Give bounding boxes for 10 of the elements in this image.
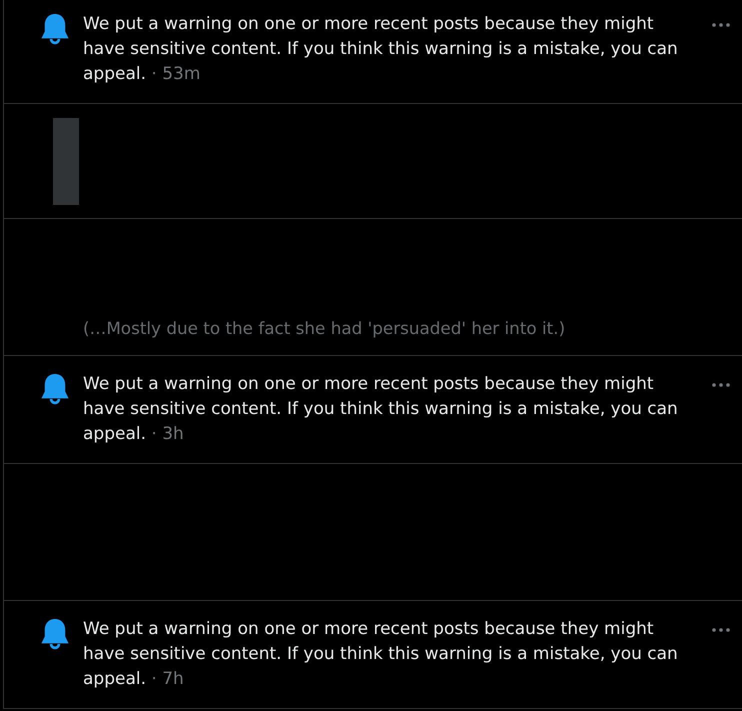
bell-icon bbox=[40, 14, 70, 45]
more-icon[interactable] bbox=[712, 383, 730, 387]
bell-icon bbox=[40, 374, 70, 405]
more-icon[interactable] bbox=[712, 23, 730, 27]
bell-icon bbox=[40, 619, 70, 650]
notification-text: We put a warning on one or more recent posts because they might have sensitive content. If you think this warning is a mistake, you can appeal. · 3h bbox=[83, 373, 679, 446]
notification-text: We put a warning on one or more recent posts because they might have sensitive content. If you think this warning is a mistake, you can appeal. · 7h bbox=[83, 618, 679, 691]
more-icon[interactable] bbox=[712, 628, 730, 632]
post-text: (…Mostly due to the fact she had 'persuaded' her into it.) bbox=[83, 318, 566, 338]
notification-text: We put a warning on one or more recent posts because they might have sensitive content. If you think this warning is a mistake, you can appeal. · 53m bbox=[83, 13, 679, 86]
